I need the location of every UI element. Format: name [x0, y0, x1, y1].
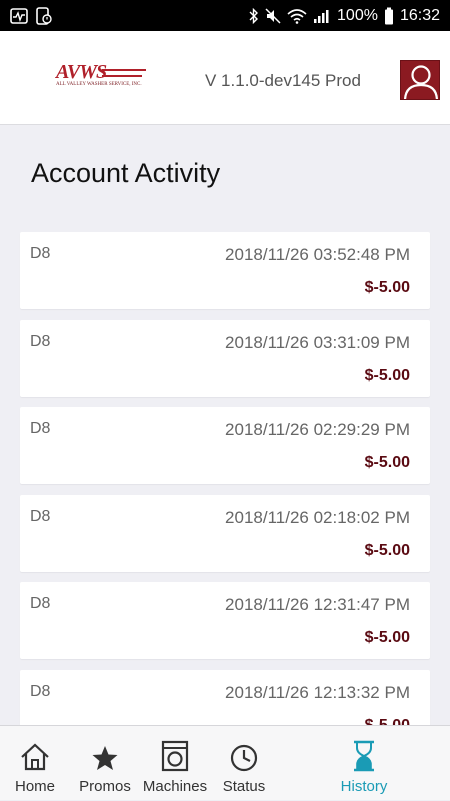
machine-id: D8 [30, 245, 51, 262]
tab-label: Home [14, 778, 55, 795]
clock-time: 16:32 [399, 6, 440, 24]
profile-avatar-button[interactable] [400, 60, 440, 100]
activity-amount: $-5.00 [364, 541, 410, 559]
activity-amount: $-5.00 [364, 279, 410, 296]
page-title: Account Activity [31, 158, 221, 188]
machine-id: D8 [30, 332, 51, 350]
washer-icon [161, 740, 189, 772]
clock-icon [230, 744, 258, 772]
tab-history[interactable]: History [333, 726, 395, 801]
bluetooth-icon [249, 7, 259, 24]
app-version: V 1.1.0-dev145 Prod [205, 71, 361, 90]
home-icon [21, 743, 49, 771]
activity-amount: $-5.00 [364, 366, 410, 384]
activity-row[interactable]: D8 2018/11/26 12:31:47 PM $-5.00 [20, 582, 430, 659]
signal-icon [313, 8, 331, 24]
status-bar-left [10, 6, 52, 25]
activity-datetime: 2018/11/26 03:31:09 PM [225, 332, 410, 352]
company-logo: AVWS ALL VALLEY WASHER SERVICE, INC. [56, 61, 146, 91]
activity-amount: $-5.00 [364, 629, 410, 646]
bottom-tab-bar: Home Promos Machines Status History [0, 725, 450, 800]
logo-text: AVWS [56, 61, 107, 83]
tab-home[interactable]: Home [12, 726, 58, 801]
status-bar: 100% 16:32 [0, 0, 450, 31]
tab-label: Promos [79, 778, 131, 795]
tab-label: Status [222, 778, 266, 795]
app-header: AVWS ALL VALLEY WASHER SERVICE, INC. V 1… [0, 31, 450, 125]
star-icon [92, 746, 118, 770]
activity-row[interactable]: D8 2018/11/26 02:29:29 PM $-5.00 [20, 407, 430, 484]
hourglass-icon [354, 740, 374, 772]
tab-label: Machines [142, 778, 208, 795]
wifi-icon [287, 8, 307, 24]
battery-percentage: 100% [337, 6, 378, 24]
activity-row[interactable]: D8 2018/11/26 02:18:02 PM $-5.00 [20, 494, 430, 572]
tab-status[interactable]: Status [219, 726, 269, 801]
logo-stripe [102, 75, 142, 77]
machine-id: D8 [30, 420, 51, 437]
machine-id: D8 [30, 595, 51, 612]
machine-id: D8 [30, 507, 51, 525]
activity-datetime: 2018/11/26 03:52:48 PM [225, 245, 410, 264]
activity-row[interactable]: D8 2018/11/26 03:52:48 PM $-5.00 [20, 232, 430, 309]
activity-row[interactable]: D8 2018/11/26 03:31:09 PM $-5.00 [20, 319, 430, 397]
activity-datetime: 2018/11/26 12:31:47 PM [225, 595, 410, 614]
activity-datetime: 2018/11/26 02:29:29 PM [225, 420, 410, 439]
tab-label: History [340, 778, 388, 795]
tab-machines[interactable]: Machines [141, 726, 209, 801]
battery-icon [384, 7, 394, 25]
activity-monitor-icon [10, 7, 28, 24]
activity-datetime: 2018/11/26 02:18:02 PM [225, 507, 410, 527]
activity-datetime: 2018/11/26 12:13:32 PM [225, 682, 410, 702]
status-bar-right: 100% 16:32 [249, 7, 440, 25]
user-icon [404, 65, 438, 99]
logo-stripe [102, 69, 146, 71]
activity-amount: $-5.00 [364, 454, 410, 471]
logo-subtitle: ALL VALLEY WASHER SERVICE, INC. [56, 82, 142, 87]
activity-list: D8 2018/11/26 03:52:48 PM $-5.00 D8 2018… [20, 232, 430, 757]
phone-clock-icon [36, 6, 52, 25]
machine-id: D8 [30, 682, 51, 700]
tab-promos[interactable]: Promos [76, 726, 134, 801]
mute-icon [265, 7, 281, 24]
